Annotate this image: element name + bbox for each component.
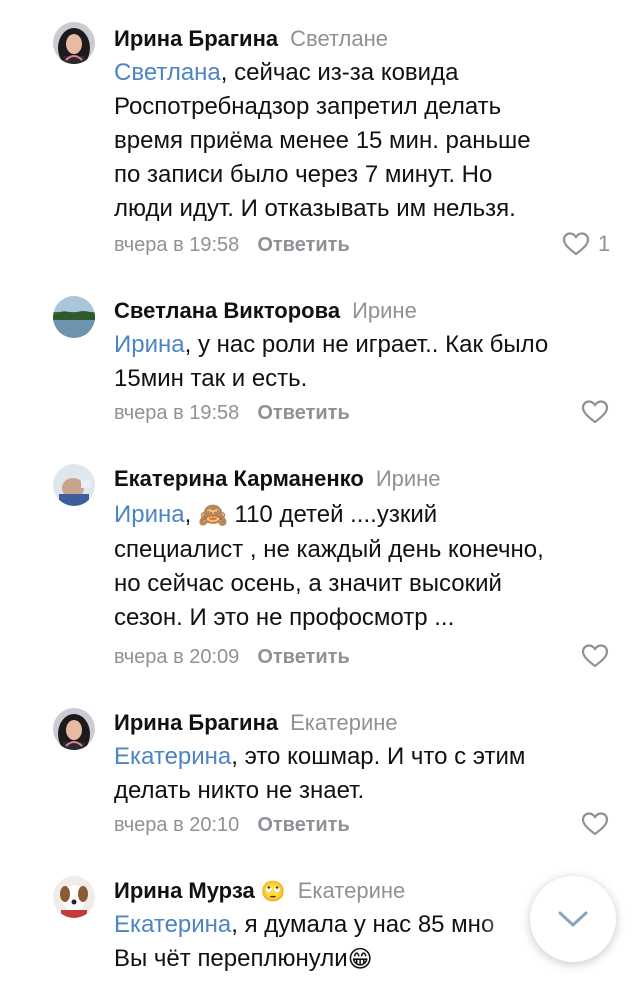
comment-text: Екатерина, я думала у нас 85 мно Вы чёт … [114,908,534,977]
comment-meta: вчера в 19:58 Ответить [114,232,350,258]
timestamp: вчера в 19:58 [114,402,240,424]
comment-header: Ирина Мурза 🙄 Екатерине [114,876,405,907]
text-line: 110 детей ....узкий [227,501,438,528]
author-avatar[interactable] [53,464,95,506]
heart-icon [581,644,609,668]
like-button[interactable] [581,811,609,837]
heart-icon [562,232,590,256]
comment-header: Ирина Брагина Светлане [114,24,388,54]
reply-to[interactable]: Екатерине [290,710,398,735]
chevron-down-icon [558,911,588,927]
timestamp: вчера в 20:09 [114,646,240,668]
text-line: , сейчас из-за ковида [220,59,459,86]
mention-link[interactable]: Светлана [114,59,221,86]
text-line: 15мин так и есть. [114,365,308,392]
text-line: время приёма менее 15 мин. раньше [114,127,531,154]
reply-to[interactable]: Светлане [290,26,388,51]
text-line: , у нас роли не играет.. Как было [184,331,549,358]
comment-meta: вчера в 20:10 Ответить [114,812,350,838]
text-line: делать никто не знает. [114,777,365,804]
like-button[interactable] [581,399,609,425]
monkey-emoji: 🙈 [197,501,228,529]
dog-photo-avatar [53,876,95,918]
text-line: сезон. И это не профосмотр ... [114,603,455,631]
author-name[interactable]: Екатерина Карманенко [114,466,364,491]
timestamp: вчера в 20:10 [114,814,240,836]
comment-meta: вчера в 19:58 Ответить [114,400,350,426]
mention-link[interactable]: Екатерина [114,743,231,770]
heart-icon [581,400,609,424]
like-button[interactable]: 1 [562,231,610,257]
mention-link[interactable]: Ирина [114,501,185,528]
like-button[interactable] [581,643,609,669]
comment-header: Ирина Брагина Екатерине [114,708,398,738]
mention-link[interactable]: Ирина [114,331,185,358]
text-line: люди идут. И отказывать им нельзя. [114,195,516,222]
reply-button[interactable]: Ответить [257,234,349,256]
heart-icon [581,812,609,836]
comment-header: Светлана Викторова Ирине [114,296,417,326]
woman-dark-hair-avatar [53,708,95,750]
grinning-emoji: 😁 [347,945,373,973]
reply-button[interactable]: Ответить [257,402,349,424]
author-avatar[interactable] [53,876,95,918]
text-line: по записи было через 7 минут. Но [114,161,493,188]
woman-dark-hair-avatar [53,22,95,64]
text-line: , я думала у нас 85 мно [231,911,495,938]
text-line: Роспотребнадзор запретил делать [114,93,502,120]
reply-to[interactable]: Ирине [352,298,417,323]
baby-photo-avatar [53,464,95,506]
comment-text: Ирина, у нас роли не играет.. Как было 1… [114,328,614,396]
comment-text: Ирина, 🙈 110 детей ....узкий специалист … [114,498,614,635]
mention-link[interactable]: Екатерина [114,911,231,938]
comment-text: Екатерина, это кошмар. И что с этим дела… [114,740,614,808]
timestamp: вчера в 19:58 [114,234,240,256]
author-name[interactable]: Светлана Викторова [114,298,340,323]
author-name[interactable]: Ирина Брагина [114,710,278,735]
comment-header: Екатерина Карманенко Ирине [114,464,441,494]
text-line: , это кошмар. И что с этим [231,743,526,770]
like-count: 1 [598,231,611,256]
text-line: но сейчас осень, а значит высокий [114,569,502,597]
comment-meta: вчера в 20:09 Ответить [114,644,350,670]
reply-button[interactable]: Ответить [257,814,349,836]
author-avatar[interactable] [53,708,95,750]
text-line: специалист , не каждый день конечно, [114,535,544,563]
author-name[interactable]: Ирина Мурза [114,878,255,903]
comment-text: Светлана, сейчас из-за ковида Роспотребн… [114,56,614,226]
text-line: Вы чёт переплюнули [114,945,348,972]
scroll-down-button[interactable] [530,876,616,962]
author-avatar[interactable] [53,22,95,64]
author-avatar[interactable] [53,296,95,338]
author-name[interactable]: Ирина Брагина [114,26,278,51]
lake-landscape-avatar [53,296,95,338]
reply-to[interactable]: Екатерине [298,878,406,903]
reply-button[interactable]: Ответить [257,646,349,668]
eye-roll-emoji: 🙄 [260,881,286,904]
reply-to[interactable]: Ирине [376,466,441,491]
